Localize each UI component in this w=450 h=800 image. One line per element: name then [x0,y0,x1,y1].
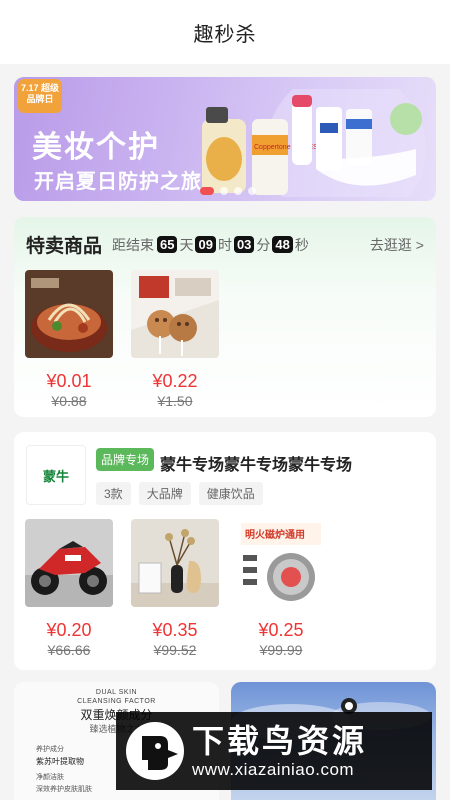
product-price: ¥0.25 [258,620,304,640]
countdown-seconds: 48 [272,236,293,253]
countdown-minutes: 03 [233,236,255,253]
brand-chip: 3款 [96,482,131,505]
countdown-hours: 09 [195,236,216,253]
banner-pagination [200,187,256,195]
pagination-dot-active[interactable] [200,187,214,195]
product-price: ¥0.20 [46,620,92,640]
brand-day-badge: 7.17 超级品牌日 [18,79,62,113]
brand-chip: 健康饮品 [198,482,263,505]
banner-products-image: Coppertone BABIES [202,89,426,197]
promo-eyebrow-line: DUAL SKIN [95,689,138,696]
product-original-price: ¥66.66 [47,642,91,658]
product-price: ¥0.35 [152,620,198,640]
pagination-dot[interactable] [234,187,242,195]
product-original-price: ¥99.52 [153,642,197,658]
product-image-motorbike [25,519,113,607]
product-price: ¥0.01 [46,371,92,391]
page-title: 趣秒杀 [193,23,257,46]
watermark-title: 下载鸟资源 [192,723,368,759]
product-original-price: ¥0.88 [51,393,87,409]
brand-chip-list: 3款 大品牌 健康饮品 [96,482,263,505]
watermark-text: 下载鸟资源 www.xiazainiao.com [192,722,367,780]
promo-banner[interactable]: 7.17 超级品牌日 美妆个护 开启夏日防护之旅 Coppertone BABI… [14,77,436,201]
banner-subtitle: 开启夏日防护之旅 [34,171,202,193]
promo-ingredient-text: 深效养护皮肤肌肤 [36,786,92,793]
banner-title: 美妆个护 [32,131,160,164]
product-card[interactable]: ¥0.35 ¥99.52 [131,519,219,658]
countdown-days: 65 [157,236,178,253]
brand-tag-badge: 品牌专场 [96,448,155,471]
flash-sale-title: 特卖商品 [26,236,103,257]
promo-ingredients: 养护成分 紫苏叶提取物 净颜洁肤 深效养护皮肤肌肤 [36,744,92,796]
promo-eyebrow-line: CLEANSING FACTOR [77,698,156,705]
bird-logo-icon [126,722,184,780]
product-image-vase [131,519,219,607]
brand-name: 蒙牛专场蒙牛专场蒙牛专场 [160,457,353,474]
product-image-noodles [25,270,113,358]
brand-logo: 蒙牛 [26,445,86,505]
product-image-cookies [131,270,219,358]
flash-sale-card: 特卖商品 距结束 65 天 09 时 03 分 48 秒 去逛逛 > ¥0.01… [14,217,436,417]
pagination-dot[interactable] [248,187,256,195]
product-image-pot: 明火磁炉通用 [237,519,325,607]
watermark-url: www.xiazainiao.com [192,760,355,779]
countdown-minutes-unit: 分 [256,236,271,253]
promo-ingredient-text: 养护成分 [36,746,64,753]
promo-ingredient-text: 净颜洁肤 [36,774,64,781]
pagination-dot[interactable] [220,187,228,195]
product-card[interactable]: 明火磁炉通用 ¥0.25 ¥99.99 [237,519,325,658]
countdown-hours-unit: 时 [217,236,232,253]
watermark-overlay: 下载鸟资源 www.xiazainiao.com [116,712,432,790]
brand-logo-text: 蒙牛 [42,468,69,484]
brand-chip: 大品牌 [138,482,191,505]
product-original-price: ¥1.50 [157,393,193,409]
page-header: 趣秒杀 [0,0,450,64]
countdown-label: 距结束 [112,236,155,253]
promo-eyebrow: DUAL SKIN CLEANSING FACTOR [14,688,219,706]
flash-sale-header: 特卖商品 距结束 65 天 09 时 03 分 48 秒 去逛逛 > [26,231,424,258]
product-card[interactable]: ¥0.22 ¥1.50 [131,270,219,409]
svg-text:明火磁炉通用: 明火磁炉通用 [245,528,305,541]
product-price: ¥0.22 [152,371,198,391]
brand-card[interactable]: 蒙牛 品牌专场 蒙牛专场蒙牛专场蒙牛专场 3款 大品牌 健康饮品 ¥0.20 ¥… [14,432,436,670]
product-card[interactable]: ¥0.20 ¥66.66 [25,519,113,658]
browse-more-link[interactable]: 去逛逛 > [370,235,424,255]
countdown-seconds-unit: 秒 [294,236,309,253]
product-original-price: ¥99.99 [259,642,303,658]
promo-ingredient-text: 紫苏叶提取物 [36,757,84,766]
product-card[interactable]: ¥0.01 ¥0.88 [25,270,113,409]
countdown-days-unit: 天 [179,236,194,253]
